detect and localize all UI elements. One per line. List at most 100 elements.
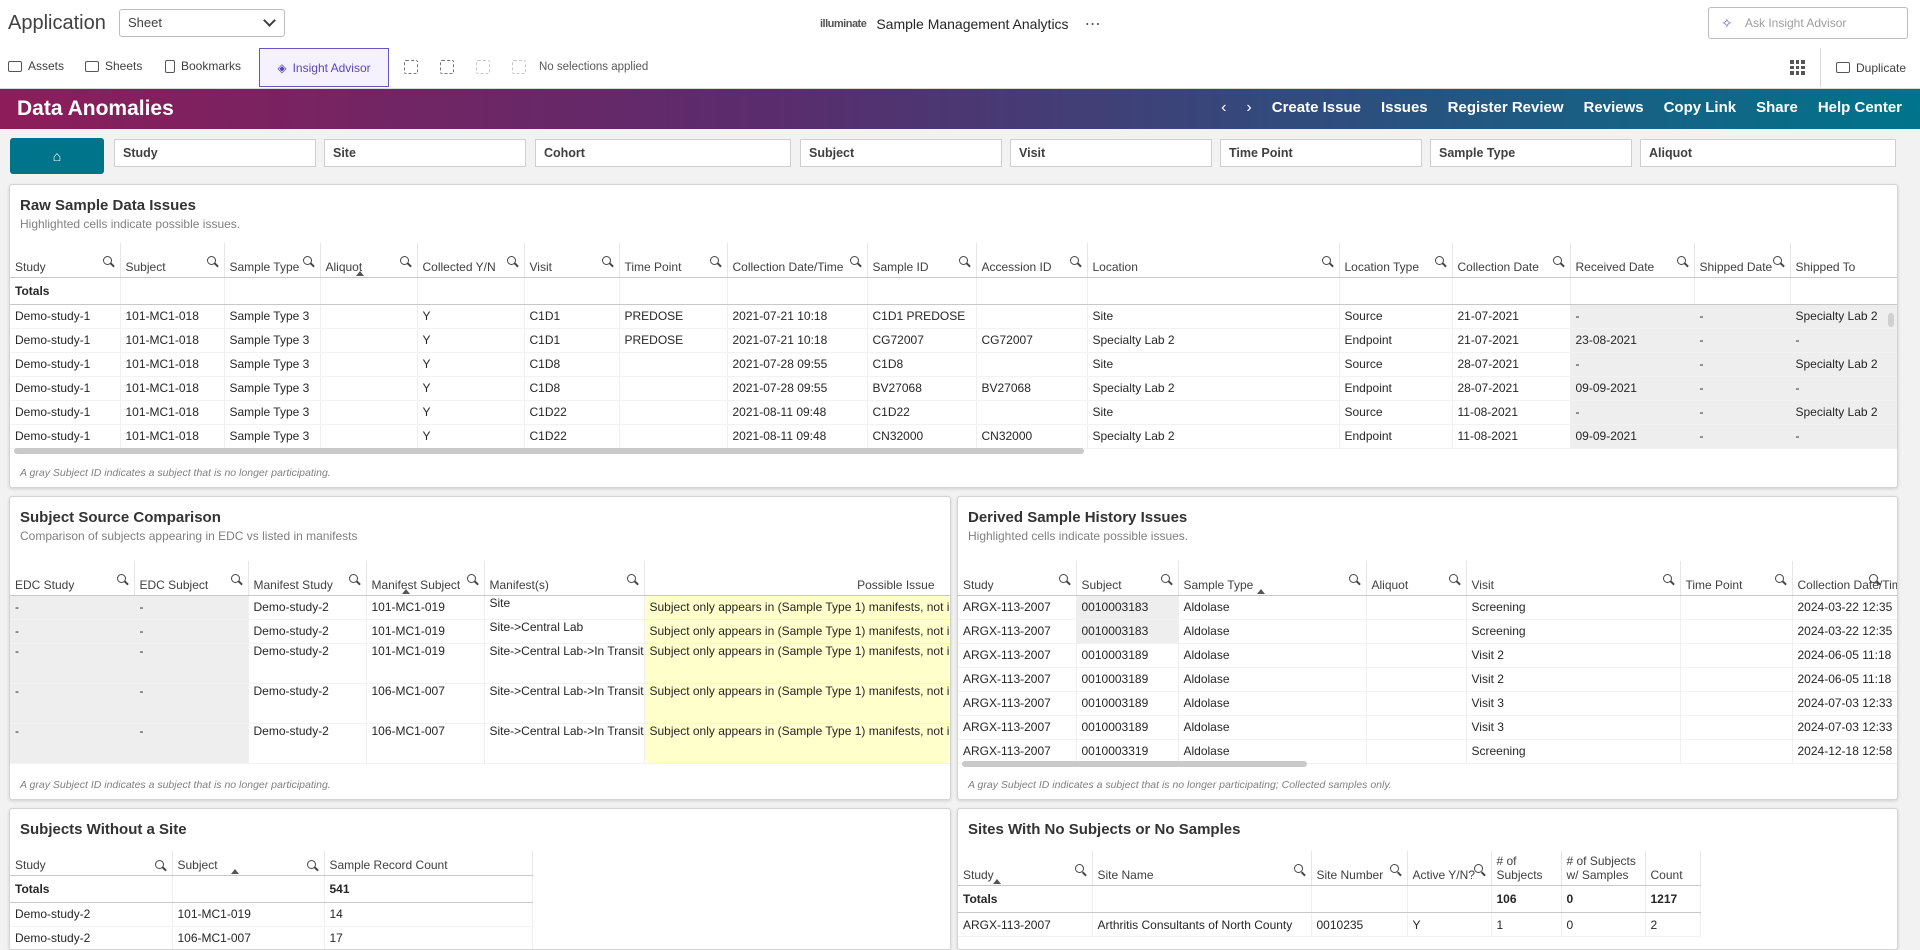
table-cell[interactable]: 0010003189 bbox=[1076, 715, 1179, 740]
table-cell[interactable]: Site->Central Lab->In Transit (Specialty… bbox=[484, 683, 645, 724]
step-back-icon[interactable] bbox=[476, 60, 490, 74]
duplicate-button[interactable]: Duplicate bbox=[1820, 48, 1920, 87]
table-cell[interactable]: 28-07-2021 bbox=[1452, 352, 1571, 377]
create-issue-link[interactable]: Create Issue bbox=[1272, 99, 1361, 117]
table-cell[interactable] bbox=[1680, 691, 1793, 716]
column-header[interactable]: Received Date bbox=[1570, 243, 1695, 278]
filter-aliquot[interactable]: Aliquot bbox=[1640, 139, 1896, 167]
table-cell[interactable]: - bbox=[134, 683, 249, 724]
table-cell[interactable]: 101-MC1-019 bbox=[172, 902, 325, 927]
table-cell[interactable]: - bbox=[10, 619, 135, 644]
table-cell[interactable]: 2024-06-05 11:18 bbox=[1792, 667, 1897, 692]
table-cell[interactable]: Demo-study-2 bbox=[10, 902, 173, 927]
column-header[interactable]: Visit bbox=[1466, 561, 1681, 596]
table-cell[interactable]: Subject only appears in (Sample Type 1) … bbox=[644, 643, 950, 684]
table-cell[interactable]: 0 bbox=[1561, 912, 1646, 937]
table-cell[interactable] bbox=[1680, 595, 1793, 620]
table-cell[interactable]: C1D1 PREDOSE bbox=[867, 304, 977, 329]
table-cell[interactable]: - bbox=[1694, 376, 1791, 401]
table-cell[interactable]: Aldolase bbox=[1178, 667, 1367, 692]
table-cell[interactable]: 2024-07-03 12:33 bbox=[1792, 691, 1897, 716]
table-cell[interactable]: C1D8 bbox=[867, 352, 977, 377]
column-header[interactable]: Possible Issue bbox=[644, 561, 950, 596]
column-header[interactable]: Accession ID bbox=[976, 243, 1088, 278]
help-center-link[interactable]: Help Center bbox=[1818, 99, 1902, 117]
table-cell[interactable]: 2021-07-28 09:55 bbox=[727, 352, 868, 377]
table-cell[interactable]: BV27068 bbox=[867, 376, 977, 401]
table-cell[interactable]: Demo-study-2 bbox=[248, 643, 367, 684]
table-cell[interactable] bbox=[1680, 667, 1793, 692]
table-cell[interactable] bbox=[1366, 619, 1467, 644]
table-cell[interactable]: Site bbox=[1087, 352, 1340, 377]
table-cell[interactable]: Visit 2 bbox=[1466, 643, 1681, 668]
table-cell[interactable]: - bbox=[1570, 400, 1695, 425]
table-cell[interactable]: - bbox=[1694, 304, 1791, 329]
table-cell[interactable]: C1D8 bbox=[524, 352, 620, 377]
table-cell[interactable]: 0010003189 bbox=[1076, 691, 1179, 716]
table-cell[interactable] bbox=[976, 352, 1088, 377]
table-cell[interactable]: Aldolase bbox=[1178, 595, 1367, 620]
copy-link-link[interactable]: Copy Link bbox=[1664, 99, 1737, 117]
table-cell[interactable]: 1 bbox=[1491, 912, 1562, 937]
column-header[interactable]: Collection Date/Time bbox=[727, 243, 868, 278]
table-cell[interactable]: Demo-study-2 bbox=[248, 723, 367, 764]
table-cell[interactable]: Y bbox=[417, 352, 525, 377]
table-cell[interactable]: C1D1 bbox=[524, 328, 620, 353]
column-header[interactable]: Visit bbox=[524, 243, 620, 278]
column-header[interactable]: Subject bbox=[172, 851, 325, 876]
table-cell[interactable]: 2021-08-11 09:48 bbox=[727, 400, 868, 425]
table-cell[interactable]: ARGX-113-2007 bbox=[958, 619, 1077, 644]
table-cell[interactable]: Demo-study-2 bbox=[248, 595, 367, 620]
filter-sample-type[interactable]: Sample Type bbox=[1430, 139, 1632, 167]
table-cell[interactable]: - bbox=[10, 723, 135, 764]
table-cell[interactable]: Y bbox=[417, 400, 525, 425]
table-cell[interactable]: Source bbox=[1339, 352, 1453, 377]
table-cell[interactable]: Source bbox=[1339, 304, 1453, 329]
table-cell[interactable]: Aldolase bbox=[1178, 643, 1367, 668]
table-cell[interactable]: Y bbox=[417, 376, 525, 401]
table-cell[interactable] bbox=[1680, 643, 1793, 668]
table-cell[interactable]: PREDOSE bbox=[619, 328, 728, 353]
insight-advisor-button[interactable]: ◈ Insight Advisor bbox=[259, 48, 389, 87]
table-cell[interactable]: Subject only appears in (Sample Type 1) … bbox=[644, 619, 950, 644]
table-cell[interactable]: 23-08-2021 bbox=[1570, 328, 1695, 353]
table-cell[interactable]: Site bbox=[484, 595, 645, 620]
table-cell[interactable]: Demo-study-1 bbox=[10, 352, 121, 377]
table-cell[interactable] bbox=[619, 400, 728, 425]
table-cell[interactable]: Endpoint bbox=[1339, 376, 1453, 401]
column-header[interactable]: Count bbox=[1645, 851, 1701, 886]
table-cell[interactable]: 2024-12-18 12:58 bbox=[1792, 739, 1897, 764]
table-cell[interactable] bbox=[320, 424, 418, 449]
table-cell[interactable]: 0010003189 bbox=[1076, 667, 1179, 692]
table-cell[interactable]: 2021-07-28 09:55 bbox=[727, 376, 868, 401]
table-cell[interactable]: Site->Central Lab->In Transit (Specialty… bbox=[484, 723, 645, 764]
column-header[interactable]: Study bbox=[958, 561, 1077, 596]
table-cell[interactable]: 101-MC1-018 bbox=[120, 328, 225, 353]
table-cell[interactable]: Visit 2 bbox=[1466, 667, 1681, 692]
table-cell[interactable]: Screening bbox=[1466, 739, 1681, 764]
table-cell[interactable]: 28-07-2021 bbox=[1452, 376, 1571, 401]
filter-time-point[interactable]: Time Point bbox=[1220, 139, 1422, 167]
table-cell[interactable] bbox=[976, 400, 1088, 425]
table-cell[interactable]: Specialty Lab 2 bbox=[1790, 352, 1897, 377]
table-cell[interactable]: - bbox=[134, 723, 249, 764]
table-cell[interactable]: 21-07-2021 bbox=[1452, 328, 1571, 353]
clear-selections-icon[interactable] bbox=[512, 60, 526, 74]
table-cell[interactable]: Specialty Lab 2 bbox=[1790, 304, 1897, 329]
column-header[interactable]: Sample Record Count bbox=[324, 851, 533, 876]
table-cell[interactable]: Y bbox=[417, 304, 525, 329]
home-button[interactable]: ⌂ bbox=[10, 138, 104, 174]
table-cell[interactable]: Demo-study-1 bbox=[10, 424, 121, 449]
table-cell[interactable] bbox=[619, 376, 728, 401]
table-cell[interactable] bbox=[320, 328, 418, 353]
column-header[interactable]: Study bbox=[958, 851, 1093, 886]
table-cell[interactable]: Aldolase bbox=[1178, 691, 1367, 716]
table-cell[interactable]: C1D22 bbox=[867, 400, 977, 425]
table-cell[interactable]: 106-MC1-007 bbox=[366, 683, 485, 724]
table-cell[interactable]: 101-MC1-019 bbox=[366, 643, 485, 684]
table-cell[interactable]: Specialty Lab 2 bbox=[1790, 400, 1897, 425]
table-cell[interactable]: - bbox=[1694, 424, 1791, 449]
table-cell[interactable]: 101-MC1-019 bbox=[366, 595, 485, 620]
table-cell[interactable]: ARGX-113-2007 bbox=[958, 691, 1077, 716]
table-cell[interactable]: 0010003319 bbox=[1076, 739, 1179, 764]
